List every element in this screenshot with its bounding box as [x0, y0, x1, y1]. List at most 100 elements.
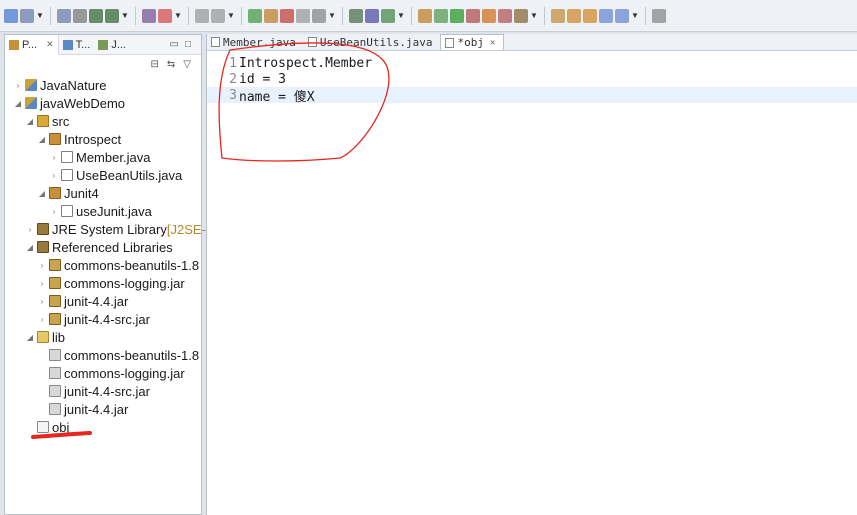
expanded-arrow-icon[interactable]: ◢	[25, 117, 35, 126]
minimize-icon[interactable]: ▭	[170, 39, 179, 50]
tree-item[interactable]: obj	[25, 418, 69, 436]
maximize-icon[interactable]: □	[185, 39, 191, 50]
redo-icon[interactable]	[211, 8, 225, 23]
collapsed-arrow-icon[interactable]: ›	[13, 81, 23, 90]
code-line[interactable]: 3 name = 傻X	[207, 87, 857, 105]
wizard-icon[interactable]	[158, 8, 172, 23]
tree-item[interactable]: commons-logging.jar	[37, 364, 185, 382]
external-tools-icon[interactable]	[482, 8, 496, 23]
collapsed-arrow-icon[interactable]: ›	[37, 261, 47, 270]
pin-icon[interactable]	[365, 8, 379, 23]
tree-item[interactable]: ◢ Introspect	[37, 130, 121, 148]
export-icon[interactable]	[89, 8, 103, 23]
view-tab-1[interactable]: T...	[59, 35, 95, 55]
dropdown-arrow-icon[interactable]: ▼	[227, 9, 235, 23]
server-icon[interactable]	[498, 8, 512, 23]
expanded-arrow-icon[interactable]: ◢	[13, 99, 23, 108]
line-number: 2	[229, 71, 237, 87]
view-tab-2[interactable]: J...	[94, 35, 130, 55]
link-icon[interactable]	[615, 8, 629, 23]
collapse-all-icon[interactable]: ⊟	[151, 59, 159, 70]
tree-item[interactable]: › UseBeanUtils.java	[49, 166, 183, 184]
tree-item[interactable]: › useJunit.java	[49, 202, 152, 220]
expanded-arrow-icon[interactable]: ◢	[37, 135, 47, 144]
code-line-text: name = 傻X	[239, 89, 315, 105]
new-icon[interactable]	[4, 8, 18, 23]
run-icon[interactable]	[450, 8, 464, 23]
tree-item-label: Junit4	[64, 185, 99, 201]
dropdown-arrow-icon[interactable]: ▼	[328, 9, 336, 23]
dropdown-arrow-icon[interactable]: ▼	[397, 9, 405, 23]
lock-icon[interactable]	[312, 8, 326, 23]
tree-item[interactable]: › commons-logging.jar	[37, 274, 185, 292]
tree-item[interactable]: › JavaNature	[13, 76, 107, 94]
code-line[interactable]: 1 Introspect.Member	[207, 55, 857, 71]
collapsed-arrow-icon[interactable]: ›	[49, 171, 59, 180]
tree-item[interactable]: › junit-4.4.jar	[37, 292, 129, 310]
tree-item[interactable]: ◢ Referenced Libraries	[25, 238, 173, 256]
search-icon[interactable]	[418, 8, 432, 23]
forward-icon[interactable]	[583, 8, 597, 23]
code-text-area[interactable]: 1 Introspect.Member 2 id = 3 3 name = 傻X	[207, 55, 857, 105]
dropdown-arrow-icon[interactable]: ▼	[174, 9, 182, 23]
tree-item[interactable]: ◢ Junit4	[37, 184, 99, 202]
close-tab-icon[interactable]: ✕	[490, 38, 495, 48]
editor-tab-2[interactable]: *obj ✕	[440, 34, 505, 50]
next-icon[interactable]	[652, 8, 666, 23]
dropdown-arrow-icon[interactable]: ▼	[121, 9, 129, 23]
tree-item[interactable]: › JRE System Library [J2SE-	[25, 220, 206, 238]
editor-tab-0[interactable]: Member.java	[207, 34, 304, 50]
view-tab-label: J...	[111, 38, 126, 51]
tree-item[interactable]: junit-4.4.jar	[37, 400, 128, 418]
undo-icon[interactable]	[195, 8, 209, 23]
tree-item[interactable]: ◢ javaWebDemo	[13, 94, 125, 112]
collapsed-arrow-icon[interactable]: ›	[49, 207, 59, 216]
tree-item[interactable]: ◢ src	[25, 112, 69, 130]
open-type-icon[interactable]	[514, 8, 528, 23]
coverage-icon[interactable]	[466, 8, 480, 23]
run-last-icon[interactable]	[248, 8, 262, 23]
close-tab-icon[interactable]: ✕	[46, 39, 54, 50]
view-tab-0[interactable]: P... ✕	[5, 34, 59, 55]
check-icon[interactable]	[381, 8, 395, 23]
collapsed-arrow-icon[interactable]: ›	[37, 297, 47, 306]
tree-item[interactable]: › Member.java	[49, 148, 151, 166]
collapsed-arrow-icon[interactable]: ›	[49, 153, 59, 162]
step-icon[interactable]	[296, 8, 310, 23]
annotation-icon[interactable]	[599, 8, 613, 23]
task-icon[interactable]	[551, 8, 565, 23]
dropdown-arrow-icon[interactable]: ▼	[36, 9, 44, 23]
tree-item-label: obj	[52, 419, 70, 435]
expanded-arrow-icon[interactable]: ◢	[25, 333, 35, 342]
tree-item[interactable]: ◢ lib	[25, 328, 65, 346]
tree-item[interactable]: junit-4.4-src.jar	[37, 382, 150, 400]
save-icon[interactable]	[20, 8, 34, 23]
save-all-icon[interactable]	[57, 8, 71, 23]
collapsed-arrow-icon[interactable]: ›	[37, 315, 47, 324]
toolbar-separator	[241, 6, 242, 25]
stop-icon[interactable]	[280, 8, 294, 23]
expanded-arrow-icon[interactable]: ◢	[37, 189, 47, 198]
import-icon[interactable]	[105, 8, 119, 23]
link-editor-icon[interactable]: ⇆	[167, 59, 175, 70]
terminal-icon[interactable]	[349, 8, 363, 23]
tree-item-label: useJunit.java	[76, 203, 152, 219]
back-icon[interactable]	[567, 8, 581, 23]
main-toolbar: ▼ ▼ ▼ ▼ ▼ ▼ ▼ ▼	[0, 0, 857, 32]
pause-icon[interactable]	[264, 8, 278, 23]
dropdown-arrow-icon[interactable]: ▼	[530, 9, 538, 23]
collapsed-arrow-icon[interactable]: ›	[25, 225, 35, 234]
editor-tab-1[interactable]: UseBeanUtils.java	[304, 34, 441, 50]
tree-item[interactable]: › junit-4.4-src.jar	[37, 310, 150, 328]
collapsed-arrow-icon[interactable]: ›	[37, 279, 47, 288]
tree-item[interactable]: › commons-beanutils-1.8	[37, 256, 199, 274]
properties-icon[interactable]	[142, 8, 156, 23]
view-min-max: ▭ □	[170, 39, 202, 50]
debug-icon[interactable]	[434, 8, 448, 23]
tree-item[interactable]: commons-beanutils-1.8	[37, 346, 199, 364]
view-menu-icon[interactable]: ▽	[183, 59, 191, 70]
dropdown-arrow-icon[interactable]: ▼	[631, 9, 639, 23]
print-icon[interactable]	[73, 8, 87, 23]
tree-item-label: Introspect	[64, 131, 122, 147]
expanded-arrow-icon[interactable]: ◢	[25, 243, 35, 252]
